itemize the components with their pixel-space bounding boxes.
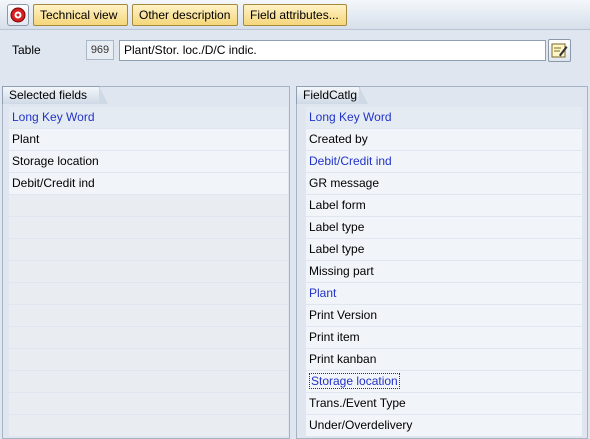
list-item[interactable]: GR message: [306, 173, 582, 195]
empty-row[interactable]: [9, 327, 288, 349]
red-circle-icon[interactable]: [7, 4, 29, 26]
list-item[interactable]: Print Version: [306, 305, 582, 327]
table-description-field[interactable]: Plant/Stor. loc./D/C indic.: [119, 40, 546, 61]
empty-row[interactable]: [9, 283, 288, 305]
list-item[interactable]: Print kanban: [306, 349, 582, 371]
empty-row[interactable]: [9, 217, 288, 239]
list-item[interactable]: Label type: [306, 239, 582, 261]
list-item[interactable]: Created by: [306, 129, 582, 151]
empty-row[interactable]: [9, 349, 288, 371]
list-item[interactable]: Under/Overdelivery: [306, 415, 582, 437]
list-item-label: Storage location: [309, 373, 400, 389]
list-item[interactable]: Missing part: [306, 261, 582, 283]
list-item[interactable]: Print item: [306, 327, 582, 349]
field-catalog-tab[interactable]: FieldCatlg: [296, 86, 368, 104]
empty-row[interactable]: [9, 415, 288, 437]
technical-view-button[interactable]: Technical view: [33, 4, 128, 26]
empty-row[interactable]: [9, 393, 288, 415]
other-description-button[interactable]: Other description: [132, 4, 238, 26]
column-header-long-key-word[interactable]: Long Key Word: [9, 107, 288, 129]
selected-fields-list: Long Key Word Plant Storage location Deb…: [9, 107, 288, 437]
table-label: Table: [12, 43, 41, 57]
empty-row[interactable]: [9, 305, 288, 327]
empty-row[interactable]: [9, 261, 288, 283]
list-item[interactable]: Plant: [9, 129, 288, 151]
selected-fields-panel: Selected fields Long Key Word Plant Stor…: [2, 86, 290, 439]
list-item-focused[interactable]: Storage location: [306, 371, 582, 393]
field-attributes-button[interactable]: Field attributes...: [243, 4, 347, 26]
empty-row[interactable]: [9, 371, 288, 393]
list-item[interactable]: Plant: [306, 283, 582, 305]
empty-row[interactable]: [9, 195, 288, 217]
list-item[interactable]: Debit/Credit ind: [306, 151, 582, 173]
selected-fields-tab[interactable]: Selected fields: [2, 86, 108, 104]
empty-row[interactable]: [9, 239, 288, 261]
edit-icon[interactable]: [548, 39, 571, 62]
column-header-long-key-word[interactable]: Long Key Word: [306, 107, 582, 129]
list-item[interactable]: Debit/Credit ind: [9, 173, 288, 195]
field-catalog-list: Long Key Word Created by Debit/Credit in…: [306, 107, 582, 437]
list-item[interactable]: Label type: [306, 217, 582, 239]
table-number: 969: [86, 40, 114, 60]
field-catalog-panel: FieldCatlg Long Key Word Created by Debi…: [296, 86, 588, 439]
list-item[interactable]: Label form: [306, 195, 582, 217]
application-toolbar: Technical view Other description Field a…: [0, 0, 590, 30]
list-item[interactable]: Storage location: [9, 151, 288, 173]
list-item[interactable]: Trans./Event Type: [306, 393, 582, 415]
